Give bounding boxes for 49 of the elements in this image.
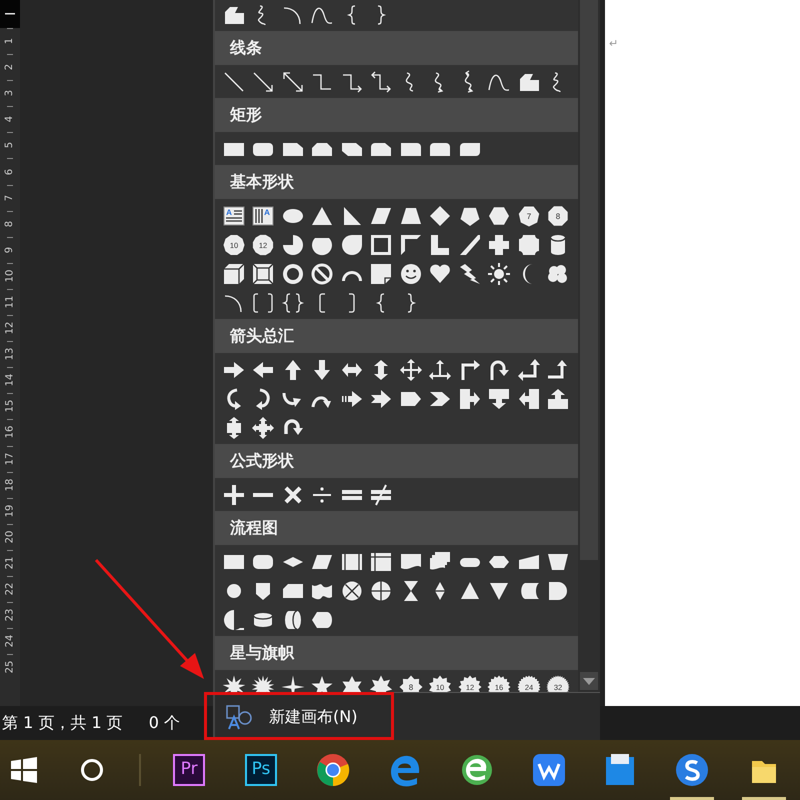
ruler-number: 25 <box>5 660 15 674</box>
paragraph-mark: ↵ <box>609 37 618 50</box>
ruler-number: 9 <box>5 246 15 253</box>
section-title: 流程图 <box>230 517 278 539</box>
sogou-logo-icon[interactable] <box>674 752 710 788</box>
ruler-number: 7 <box>5 194 15 201</box>
ruler-number: 18 <box>5 478 15 491</box>
section-title: 箭头总汇 <box>230 325 294 347</box>
ruler-number: 3 <box>5 90 15 96</box>
ruler-number: 2 <box>5 64 15 70</box>
margin-marker-icon <box>5 12 15 16</box>
scroll-down-button[interactable] <box>580 672 598 690</box>
ruler-number: 23 <box>5 608 15 622</box>
ruler-number: 14 <box>5 374 15 387</box>
ruler-number: 17 <box>5 452 15 465</box>
ruler-number: 11 <box>5 296 15 308</box>
ruler-number: 19 <box>5 504 15 518</box>
ruler-number: 20 <box>5 530 15 544</box>
browser-logo-icon[interactable] <box>460 753 494 787</box>
ruler-number: 24 <box>5 634 15 648</box>
ruler-number: 4 <box>5 116 15 123</box>
ruler-number: 15 <box>5 400 15 413</box>
premiere-app-icon[interactable]: Pr <box>173 754 206 786</box>
photoshop-app-icon[interactable]: Ps <box>245 754 277 786</box>
section-title: 基本形状 <box>230 171 294 193</box>
ruler-number: 21 <box>5 556 15 570</box>
ruler-number: 22 <box>5 582 15 596</box>
ruler-number: 6 <box>5 168 15 175</box>
ruler-number: 5 <box>5 142 15 149</box>
circle-icon[interactable] <box>80 758 104 782</box>
wps-logo-icon[interactable] <box>532 753 566 787</box>
ruler-number: 13 <box>5 348 15 361</box>
scrollbar[interactable] <box>578 0 600 692</box>
ruler-number: 8 <box>5 220 15 227</box>
windows-logo-icon[interactable] <box>10 757 37 783</box>
section-title: 线条 <box>230 37 262 59</box>
section-title: 星与旗帜 <box>230 642 294 664</box>
ruler-number: 10 <box>5 270 15 282</box>
ruler-number: 12 <box>5 322 15 334</box>
section-title: 公式形状 <box>230 450 294 472</box>
chrome-logo-icon[interactable] <box>316 753 350 787</box>
section-title: 矩形 <box>230 104 262 126</box>
ruler-number: 16 <box>5 426 15 439</box>
page-count: 第 1 页，共 1 页 <box>2 712 123 734</box>
caret-down-icon <box>583 678 595 684</box>
ruler-number: 1 <box>5 38 15 44</box>
word-count: 0 个 <box>148 712 180 734</box>
canvas-icon <box>226 704 252 730</box>
app-icon[interactable] <box>605 753 636 787</box>
